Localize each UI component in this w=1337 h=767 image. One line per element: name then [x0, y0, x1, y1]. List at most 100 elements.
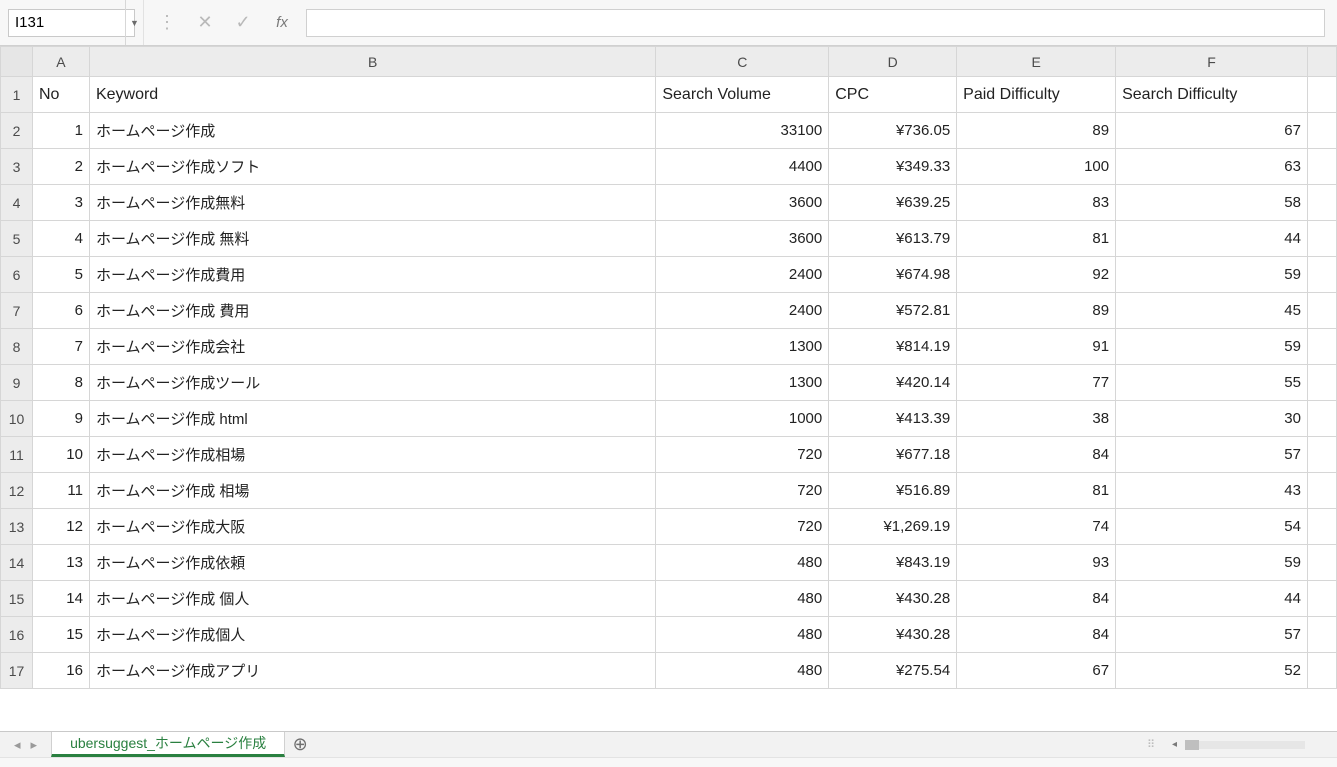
cell[interactable]: 9: [33, 401, 90, 437]
cell[interactable]: 720: [656, 437, 829, 473]
cell[interactable]: [1307, 365, 1336, 401]
cell[interactable]: ホームページ作成 個人: [89, 581, 655, 617]
cell[interactable]: 84: [957, 437, 1116, 473]
cell[interactable]: 480: [656, 581, 829, 617]
cell[interactable]: 74: [957, 509, 1116, 545]
cell[interactable]: ¥516.89: [829, 473, 957, 509]
cell[interactable]: Search Difficulty: [1116, 77, 1308, 113]
cell[interactable]: [1307, 509, 1336, 545]
cell[interactable]: 84: [957, 617, 1116, 653]
cell[interactable]: 14: [33, 581, 90, 617]
tab-drag-icon[interactable]: ⠿: [1147, 738, 1157, 751]
cell[interactable]: ¥736.05: [829, 113, 957, 149]
row-header[interactable]: 16: [1, 617, 33, 653]
row-header[interactable]: 4: [1, 185, 33, 221]
cell[interactable]: No: [33, 77, 90, 113]
cell[interactable]: ¥430.28: [829, 617, 957, 653]
cell[interactable]: [1307, 545, 1336, 581]
cell[interactable]: [1307, 149, 1336, 185]
cell[interactable]: 480: [656, 545, 829, 581]
cell[interactable]: 63: [1116, 149, 1308, 185]
cell[interactable]: 15: [33, 617, 90, 653]
cell[interactable]: 2400: [656, 293, 829, 329]
cell[interactable]: 1300: [656, 329, 829, 365]
cell[interactable]: 43: [1116, 473, 1308, 509]
cell[interactable]: 89: [957, 113, 1116, 149]
col-header-pad[interactable]: [1307, 47, 1336, 77]
col-header-D[interactable]: D: [829, 47, 957, 77]
cell[interactable]: 1: [33, 113, 90, 149]
cell[interactable]: ¥413.39: [829, 401, 957, 437]
grid-area[interactable]: A B C D E F 1NoKeywordSearch VolumeCPCPa…: [0, 46, 1337, 731]
cell[interactable]: 2400: [656, 257, 829, 293]
cell[interactable]: 83: [957, 185, 1116, 221]
row-header[interactable]: 1: [1, 77, 33, 113]
cell[interactable]: [1307, 293, 1336, 329]
row-header[interactable]: 8: [1, 329, 33, 365]
row-header[interactable]: 2: [1, 113, 33, 149]
cell[interactable]: ホームページ作成ソフト: [89, 149, 655, 185]
cell[interactable]: Keyword: [89, 77, 655, 113]
cell[interactable]: 8: [33, 365, 90, 401]
row-header[interactable]: 13: [1, 509, 33, 545]
cell[interactable]: 45: [1116, 293, 1308, 329]
confirm-button[interactable]: ✓: [230, 10, 256, 36]
cell[interactable]: 58: [1116, 185, 1308, 221]
cell[interactable]: Search Volume: [656, 77, 829, 113]
nav-next-icon[interactable]: ▸: [31, 737, 38, 753]
cell[interactable]: [1307, 257, 1336, 293]
row-header[interactable]: 17: [1, 653, 33, 689]
cell[interactable]: ¥639.25: [829, 185, 957, 221]
cell[interactable]: 3600: [656, 185, 829, 221]
cell[interactable]: ¥677.18: [829, 437, 957, 473]
row-header[interactable]: 9: [1, 365, 33, 401]
cell[interactable]: 16: [33, 653, 90, 689]
name-box[interactable]: [8, 9, 135, 37]
cell[interactable]: 4: [33, 221, 90, 257]
cell[interactable]: [1307, 77, 1336, 113]
cell[interactable]: 480: [656, 653, 829, 689]
col-header-F[interactable]: F: [1116, 47, 1308, 77]
cell[interactable]: ホームページ作成無料: [89, 185, 655, 221]
cell[interactable]: ¥674.98: [829, 257, 957, 293]
select-all-corner[interactable]: [1, 47, 33, 77]
cell[interactable]: ホームページ作成依頼: [89, 545, 655, 581]
row-header[interactable]: 14: [1, 545, 33, 581]
cell[interactable]: 59: [1116, 545, 1308, 581]
cell[interactable]: ホームページ作成費用: [89, 257, 655, 293]
cell[interactable]: 3: [33, 185, 90, 221]
cell[interactable]: ¥349.33: [829, 149, 957, 185]
cell[interactable]: Paid Difficulty: [957, 77, 1116, 113]
row-header[interactable]: 11: [1, 437, 33, 473]
cell[interactable]: [1307, 221, 1336, 257]
cell[interactable]: 3600: [656, 221, 829, 257]
col-header-A[interactable]: A: [33, 47, 90, 77]
row-header[interactable]: 10: [1, 401, 33, 437]
horizontal-scrollbar[interactable]: [1185, 741, 1305, 749]
cell[interactable]: ¥1,269.19: [829, 509, 957, 545]
cell[interactable]: 93: [957, 545, 1116, 581]
cell[interactable]: ¥814.19: [829, 329, 957, 365]
cell[interactable]: [1307, 437, 1336, 473]
cell[interactable]: 5: [33, 257, 90, 293]
name-box-dropdown-icon[interactable]: ▼: [125, 0, 143, 45]
cell[interactable]: 57: [1116, 617, 1308, 653]
cell[interactable]: 30: [1116, 401, 1308, 437]
cell[interactable]: 1000: [656, 401, 829, 437]
cell[interactable]: [1307, 329, 1336, 365]
cell[interactable]: ¥572.81: [829, 293, 957, 329]
col-header-E[interactable]: E: [957, 47, 1116, 77]
cell[interactable]: ホームページ作成 html: [89, 401, 655, 437]
hscoff-left-icon[interactable]: ◂: [1172, 739, 1177, 750]
cell[interactable]: 10: [33, 437, 90, 473]
cell[interactable]: 38: [957, 401, 1116, 437]
cell[interactable]: ホームページ作成: [89, 113, 655, 149]
cell[interactable]: 91: [957, 329, 1116, 365]
cell[interactable]: ホームページ作成 相場: [89, 473, 655, 509]
row-header[interactable]: 12: [1, 473, 33, 509]
sheet-tab-active[interactable]: ubersuggest_ホームページ作成: [51, 732, 285, 757]
cell[interactable]: 44: [1116, 221, 1308, 257]
cell[interactable]: [1307, 473, 1336, 509]
row-header[interactable]: 5: [1, 221, 33, 257]
cell[interactable]: ¥843.19: [829, 545, 957, 581]
